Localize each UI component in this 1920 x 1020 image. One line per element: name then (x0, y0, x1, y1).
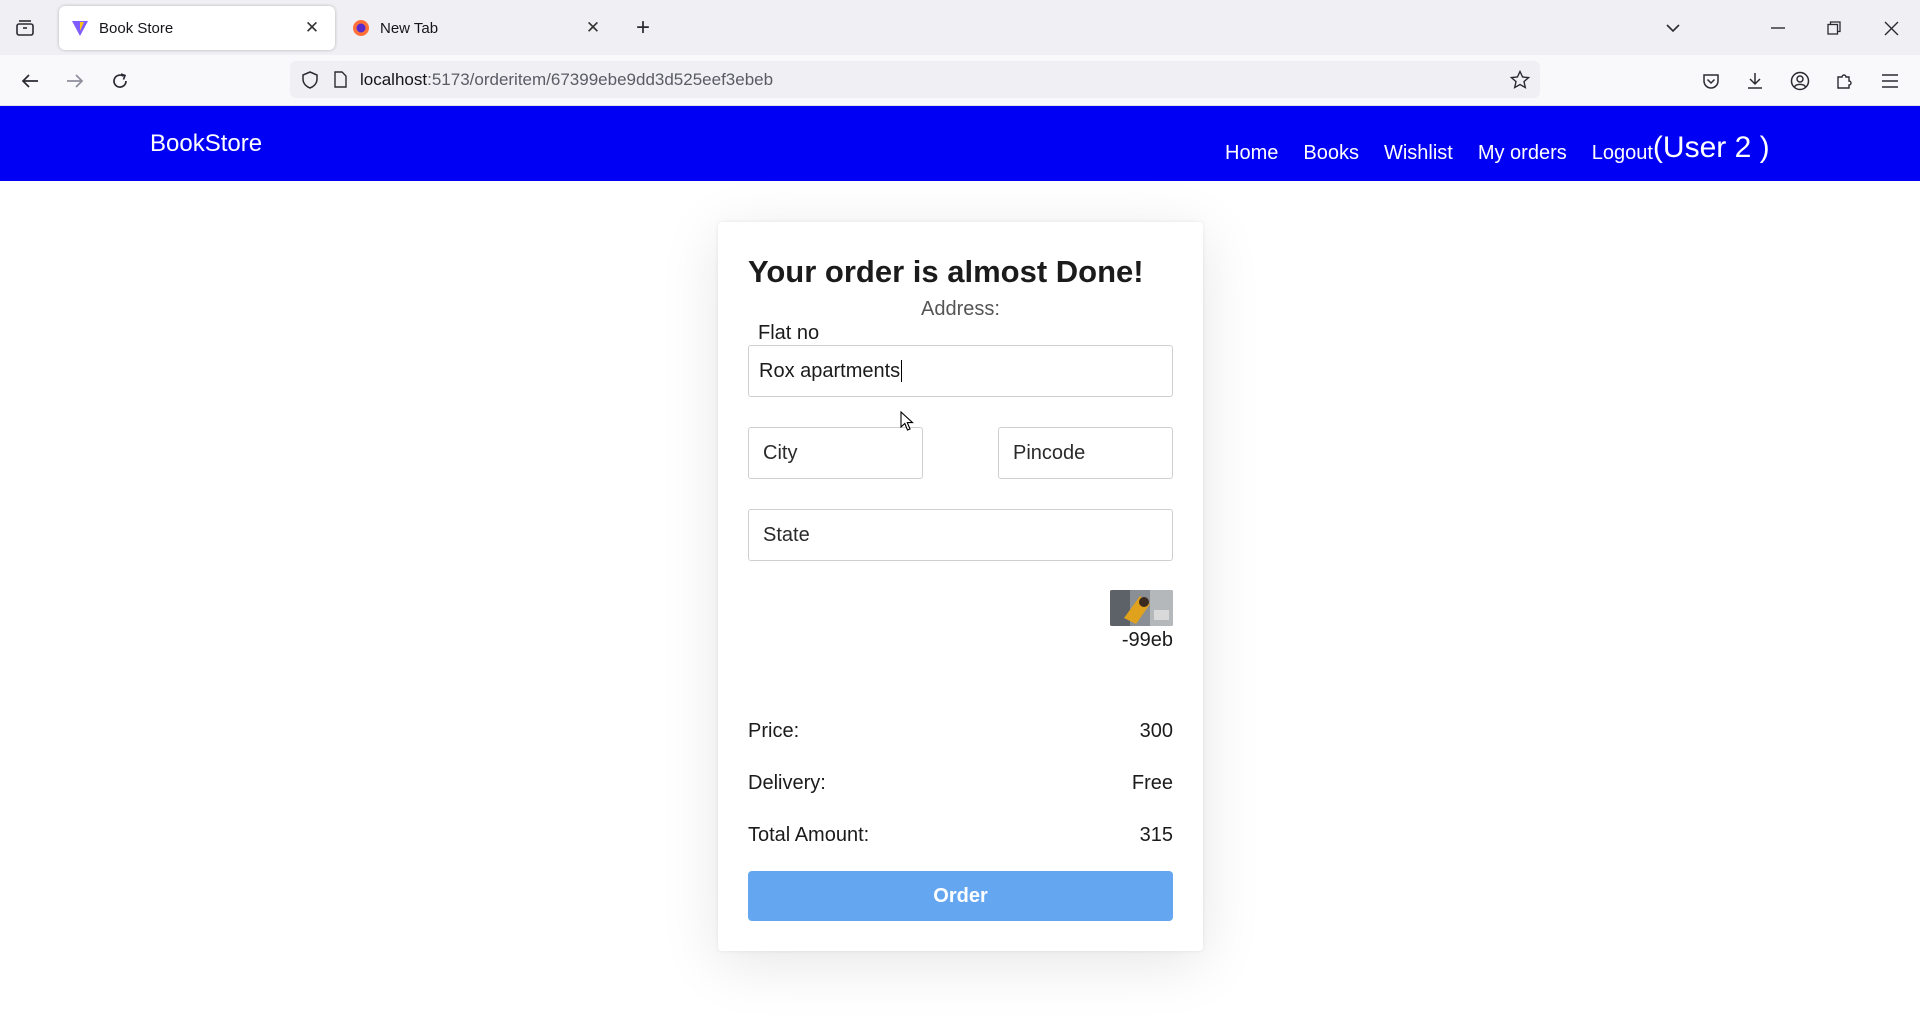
mouse-cursor-icon (900, 410, 914, 437)
address-bar[interactable]: localhost:5173/orderitem/67399ebe9dd3d52… (290, 61, 1540, 98)
nav-wishlist-link[interactable]: Wishlist (1384, 142, 1453, 165)
book-thumbnail (1110, 590, 1173, 626)
url-host: localhost (360, 69, 428, 89)
total-value: 315 (1139, 824, 1173, 846)
restore-window-icon[interactable] (1821, 15, 1847, 41)
delivery-row: Delivery: Free (748, 772, 1173, 795)
page-info-icon[interactable] (328, 66, 352, 94)
minimize-window-icon[interactable] (1765, 15, 1791, 41)
vite-logo-icon (71, 19, 89, 37)
address-label: Address: (921, 298, 1000, 320)
account-icon[interactable] (1786, 67, 1814, 95)
total-label: Total Amount: (748, 824, 870, 846)
delivery-label: Delivery: (748, 772, 826, 794)
price-value: 300 (1139, 720, 1173, 742)
browser-tab-bar: Book Store ✕ New Tab ✕ + (0, 0, 1920, 55)
price-row: Price: 300 (748, 720, 1173, 743)
tab-new-tab[interactable]: New Tab ✕ (340, 6, 616, 50)
pincode-input[interactable]: Pincode (998, 427, 1173, 479)
close-tab-icon[interactable]: ✕ (301, 17, 323, 39)
pocket-icon[interactable] (1697, 67, 1725, 95)
firefox-logo-icon (352, 19, 370, 37)
extensions-puzzle-icon[interactable] (1831, 67, 1859, 95)
close-tab-icon[interactable]: ✕ (582, 17, 604, 39)
text-caret (901, 360, 903, 383)
city-placeholder: City (763, 441, 798, 464)
order-card: Your order is almost Done! Address: Rox … (718, 222, 1203, 951)
downloads-icon[interactable] (1741, 67, 1769, 95)
delivery-value: Free (1131, 772, 1173, 794)
city-input[interactable]: City (748, 427, 923, 479)
forward-arrow-icon[interactable] (61, 67, 89, 95)
book-id-label: -99eb (1121, 629, 1173, 651)
flat-no-label: Flat no (756, 322, 822, 345)
order-button[interactable]: Order (748, 871, 1173, 921)
app-menu-hamburger-icon[interactable] (1876, 67, 1904, 95)
back-arrow-icon[interactable] (16, 67, 44, 95)
url-path: :5173/orderitem/67399ebe9dd3d525eef3ebeb (427, 69, 774, 89)
close-window-icon[interactable] (1878, 15, 1904, 41)
nav-logout-link[interactable]: Logout (1592, 142, 1653, 165)
tab-title: New Tab (380, 19, 439, 37)
brand-logo-text[interactable]: BookStore (150, 130, 262, 158)
app-navbar: BookStore Home Books Wishlist My orders … (0, 106, 1920, 181)
nav-links: Home Books Wishlist My orders Logout (Us… (1225, 131, 1795, 167)
current-user-label: (User 2 ) (1652, 131, 1770, 164)
state-placeholder: State (763, 523, 810, 546)
state-input[interactable]: State (748, 509, 1173, 561)
tab-overview-icon[interactable] (12, 15, 38, 41)
price-label: Price: (748, 720, 800, 742)
nav-home-link[interactable]: Home (1225, 142, 1278, 165)
order-heading: Your order is almost Done! (748, 254, 1144, 289)
list-all-tabs-chevron-icon[interactable] (1660, 15, 1686, 41)
tab-book-store[interactable]: Book Store ✕ (59, 6, 335, 50)
nav-my-orders-link[interactable]: My orders (1478, 142, 1567, 165)
nav-books-link[interactable]: Books (1303, 142, 1359, 165)
reload-icon[interactable] (106, 67, 134, 95)
total-row: Total Amount: 315 (748, 824, 1173, 847)
bookmark-star-icon[interactable] (1506, 65, 1534, 93)
browser-toolbar: localhost:5173/orderitem/67399ebe9dd3d52… (0, 55, 1920, 106)
tracking-shield-icon[interactable] (296, 66, 324, 94)
flat-no-input[interactable]: Rox apartments (748, 345, 1173, 397)
new-tab-plus-icon[interactable]: + (630, 14, 656, 41)
tab-title: Book Store (99, 19, 174, 37)
flat-no-value: Rox apartments (759, 359, 903, 383)
pincode-placeholder: Pincode (1013, 441, 1086, 464)
